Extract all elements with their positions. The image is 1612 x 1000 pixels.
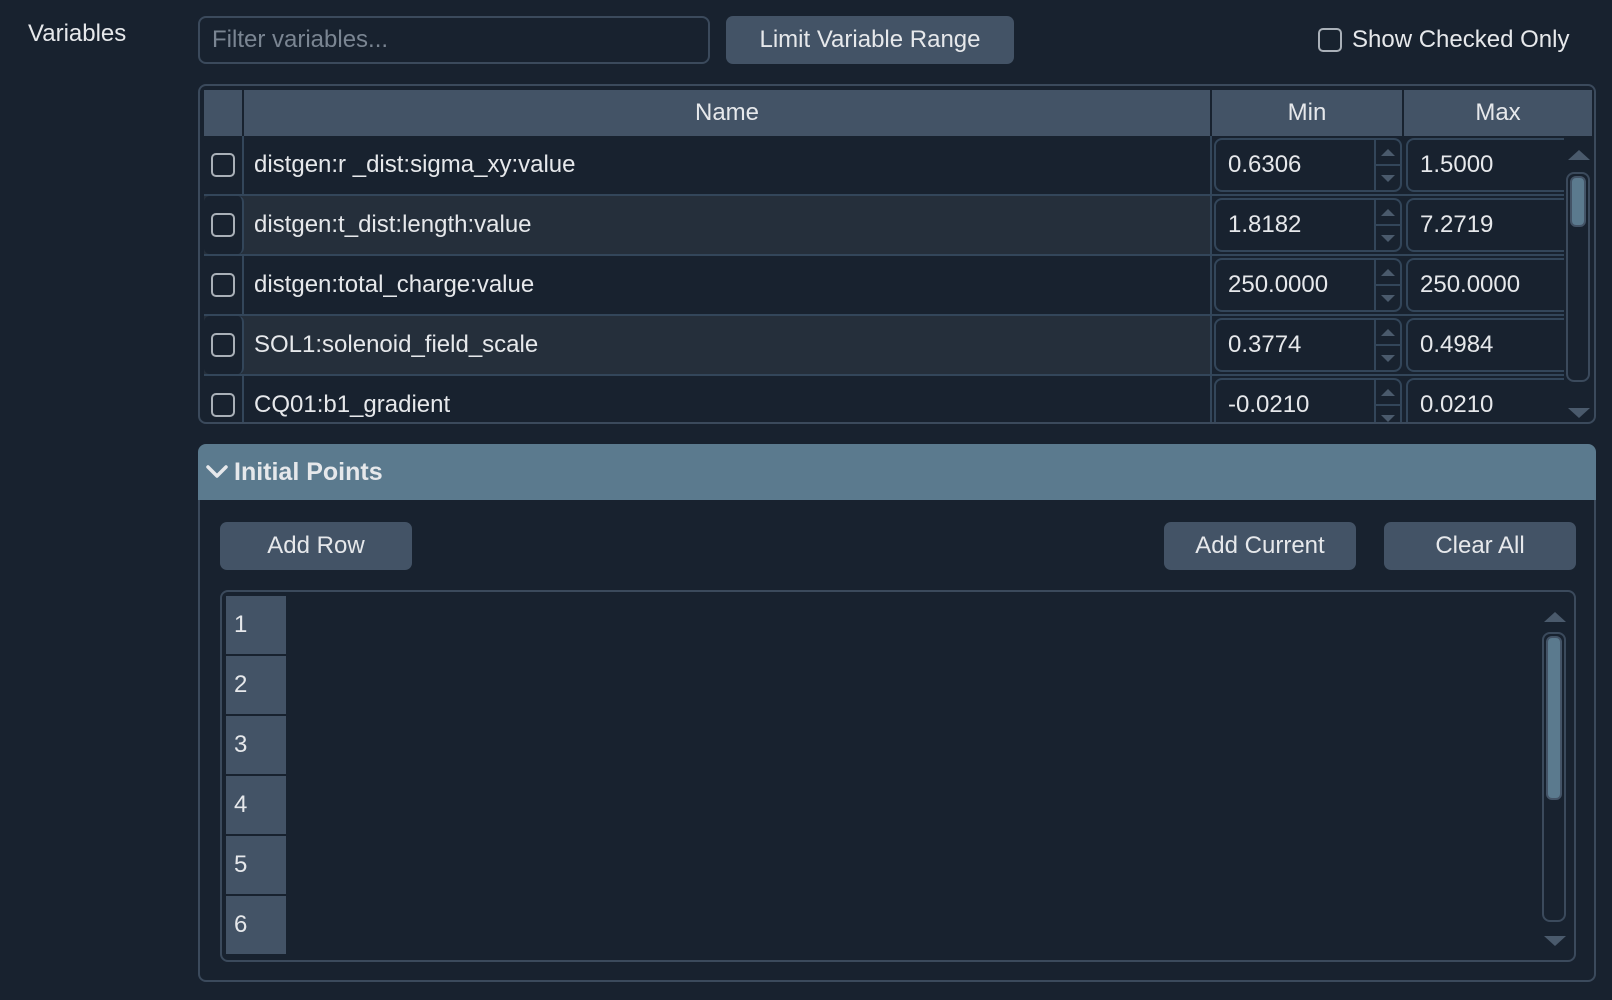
scrollbar-track[interactable] [1542, 632, 1566, 922]
show-checked-only-checkbox[interactable]: Show Checked Only [1318, 24, 1569, 56]
spin-up-icon[interactable] [1376, 380, 1400, 406]
spin-up-icon[interactable] [1376, 260, 1400, 286]
scroll-down-arrow-icon[interactable] [1568, 408, 1590, 418]
max-value[interactable]: 0.4984 [1408, 320, 1564, 370]
spin-up-icon[interactable] [1376, 140, 1400, 166]
min-spinbox[interactable]: 0.3774 [1212, 316, 1404, 374]
table-row[interactable]: distgen:total_charge:value 250.0000 250.00… [204, 256, 1564, 316]
column-header-name[interactable]: Name [244, 90, 1212, 136]
spin-down-icon[interactable] [1376, 406, 1400, 422]
row-checkbox-cell[interactable] [204, 316, 244, 374]
scrollbar-thumb[interactable] [1570, 176, 1586, 227]
row-checkbox[interactable] [211, 333, 235, 357]
spin-down-icon[interactable] [1376, 166, 1400, 190]
min-value[interactable]: -0.0210 [1216, 380, 1374, 422]
variable-name: distgen:total_charge:value [244, 256, 1212, 314]
row-checkbox-cell[interactable] [204, 256, 244, 314]
spin-down-icon[interactable] [1376, 226, 1400, 250]
column-header-max[interactable]: Max [1404, 90, 1592, 136]
max-value[interactable]: 250.0000 [1408, 260, 1564, 310]
row-header[interactable]: 6 [226, 896, 286, 954]
max-value[interactable]: 7.2719 [1408, 200, 1564, 250]
row-headers: 123456 [226, 596, 286, 956]
row-checkbox[interactable] [211, 273, 235, 297]
variable-name: CQ01:b1_gradient [244, 376, 1212, 422]
table-row[interactable]: CQ01:b1_gradient -0.0210 0.0210 [204, 376, 1564, 422]
scroll-up-arrow-icon[interactable] [1544, 612, 1566, 622]
initial-points-title: Initial Points [234, 457, 383, 486]
min-value[interactable]: 250.0000 [1216, 260, 1374, 310]
limit-variable-range-button[interactable]: Limit Variable Range [726, 16, 1014, 64]
row-header[interactable]: 5 [226, 836, 286, 894]
max-spinbox[interactable]: 1.5000 [1404, 136, 1564, 194]
variables-section-label: Variables [28, 20, 127, 47]
add-row-button[interactable]: Add Row [220, 522, 412, 570]
row-header[interactable]: 1 [226, 596, 286, 654]
max-spinbox[interactable]: 0.4984 [1404, 316, 1564, 374]
max-spinbox[interactable]: 7.2719 [1404, 196, 1564, 254]
max-value[interactable]: 0.0210 [1408, 380, 1564, 422]
row-checkbox[interactable] [211, 393, 235, 417]
spin-up-icon[interactable] [1376, 200, 1400, 226]
row-checkbox[interactable] [211, 153, 235, 177]
max-spinbox[interactable]: 0.0210 [1404, 376, 1564, 422]
row-header[interactable]: 4 [226, 776, 286, 834]
column-header-check[interactable] [204, 90, 244, 136]
row-checkbox[interactable] [211, 213, 235, 237]
spin-up-icon[interactable] [1376, 320, 1400, 346]
min-value[interactable]: 1.8182 [1216, 200, 1374, 250]
initial-points-header[interactable]: Initial Points [198, 444, 1596, 500]
variables-table: Name Min Max distgen:r _dist:sigma_xy:va… [198, 84, 1596, 424]
min-spinbox[interactable]: 1.8182 [1212, 196, 1404, 254]
table-row[interactable]: distgen:r _dist:sigma_xy:value 0.6306 1.50… [204, 136, 1564, 196]
variables-table-scrollbar[interactable] [1564, 150, 1594, 418]
add-current-button[interactable]: Add Current [1164, 522, 1356, 570]
row-checkbox-cell[interactable] [204, 196, 244, 254]
row-checkbox-cell[interactable] [204, 376, 244, 422]
spin-down-icon[interactable] [1376, 286, 1400, 310]
spin-down-icon[interactable] [1376, 346, 1400, 370]
variable-name: SOL1:solenoid_field_scale [244, 316, 1212, 374]
chevron-down-icon [206, 461, 228, 483]
min-spinbox[interactable]: 250.0000 [1212, 256, 1404, 314]
max-value[interactable]: 1.5000 [1408, 140, 1564, 190]
scrollbar-track[interactable] [1566, 172, 1590, 382]
checkbox-icon[interactable] [1318, 28, 1342, 52]
scrollbar-thumb[interactable] [1546, 636, 1562, 800]
min-spinbox[interactable]: -0.0210 [1212, 376, 1404, 422]
scroll-up-arrow-icon[interactable] [1568, 150, 1590, 160]
table-body: distgen:r _dist:sigma_xy:value 0.6306 1.50… [204, 136, 1564, 422]
table-header: Name Min Max [204, 90, 1592, 136]
filter-variables-input[interactable] [198, 16, 710, 64]
min-value[interactable]: 0.6306 [1216, 140, 1374, 190]
row-header[interactable]: 3 [226, 716, 286, 774]
variable-name: distgen:t_dist:length:value [244, 196, 1212, 254]
show-checked-only-label: Show Checked Only [1352, 26, 1570, 53]
column-header-min[interactable]: Min [1212, 90, 1404, 136]
variable-name: distgen:r _dist:sigma_xy:value [244, 136, 1212, 194]
row-header[interactable]: 2 [226, 656, 286, 714]
clear-all-button[interactable]: Clear All [1384, 522, 1576, 570]
initial-points-scrollbar[interactable] [1540, 612, 1570, 946]
row-checkbox-cell[interactable] [204, 136, 244, 194]
table-row[interactable]: distgen:t_dist:length:value 1.8182 7.2719 [204, 196, 1564, 256]
min-value[interactable]: 0.3774 [1216, 320, 1374, 370]
initial-points-table[interactable]: 123456 [220, 590, 1576, 962]
table-row[interactable]: SOL1:solenoid_field_scale 0.3774 0.4984 [204, 316, 1564, 376]
min-spinbox[interactable]: 0.6306 [1212, 136, 1404, 194]
scroll-down-arrow-icon[interactable] [1544, 936, 1566, 946]
max-spinbox[interactable]: 250.0000 [1404, 256, 1564, 314]
